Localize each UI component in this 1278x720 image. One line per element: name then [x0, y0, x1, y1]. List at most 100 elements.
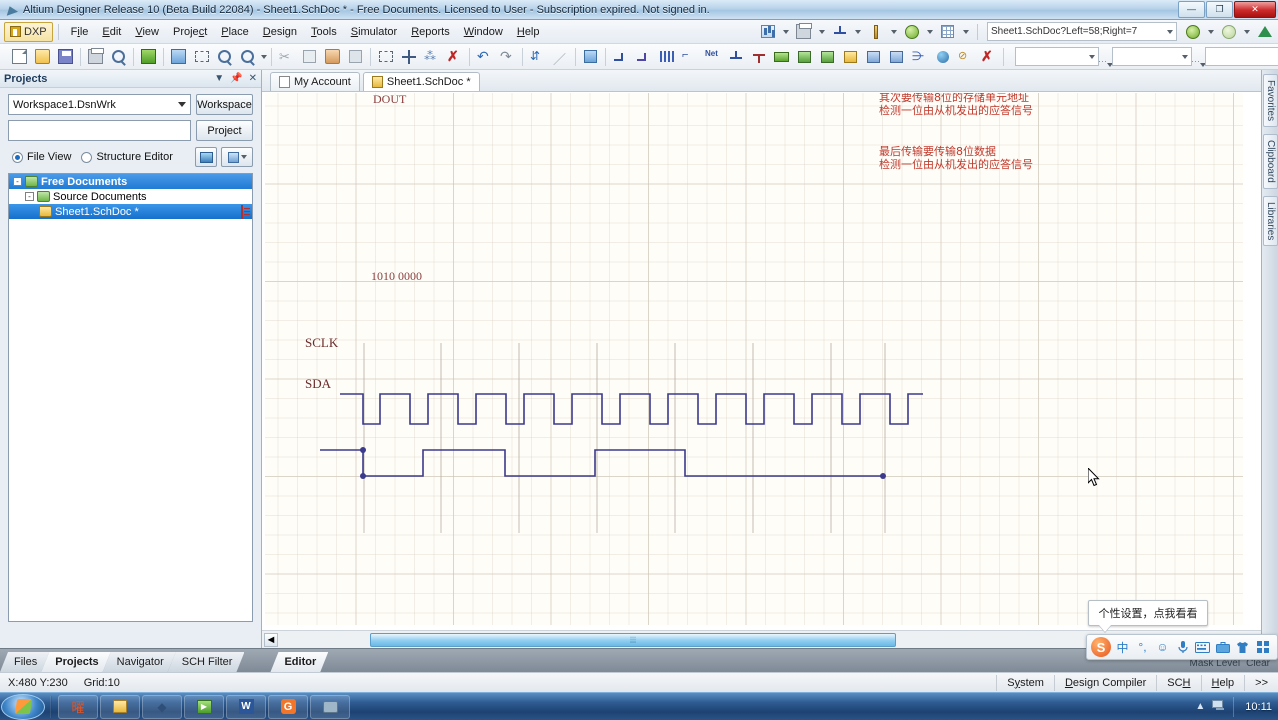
- punctuation-icon[interactable]: °,: [1134, 639, 1151, 656]
- minimize-button[interactable]: —: [1178, 1, 1205, 18]
- paste-special-icon[interactable]: [345, 46, 366, 67]
- cut-icon[interactable]: ✂: [276, 46, 297, 67]
- right-tab-libraries[interactable]: Libraries: [1263, 195, 1278, 247]
- status-link-design-compiler[interactable]: Design Compiler: [1055, 677, 1156, 689]
- forward-arrow-icon[interactable]: [1218, 21, 1239, 42]
- undo-icon[interactable]: ↶: [474, 46, 495, 67]
- grid-icon[interactable]: [937, 21, 958, 42]
- menu-reports[interactable]: Reports: [404, 23, 457, 41]
- scroll-left-arrow[interactable]: ◄: [264, 632, 278, 647]
- zoom-document-icon[interactable]: [168, 46, 189, 67]
- select-area-icon[interactable]: [375, 46, 396, 67]
- project-tree[interactable]: - Free Documents - Source Documents Shee…: [8, 173, 253, 622]
- up-arrow-icon[interactable]: [1254, 21, 1275, 42]
- place-gnd-icon[interactable]: [725, 46, 746, 67]
- place-device-sheet-icon[interactable]: [840, 46, 861, 67]
- back-arrow-icon[interactable]: [1182, 21, 1203, 42]
- apps-icon[interactable]: [1254, 639, 1271, 656]
- schematic-sheet[interactable]: DOUT 1010 0000 SCLK SDA 其次要传输8位的存储单元地址 检…: [265, 93, 1243, 625]
- taskbar-clock[interactable]: 10:11: [1241, 701, 1272, 713]
- place-wire-icon[interactable]: [610, 46, 631, 67]
- chart-icon[interactable]: [757, 21, 778, 42]
- place-harness-icon[interactable]: [863, 46, 884, 67]
- status-link-more[interactable]: >>: [1245, 677, 1278, 689]
- printer-dropdown[interactable]: [817, 21, 826, 42]
- place-signal-harness-icon[interactable]: ⋺: [909, 46, 930, 67]
- expander-icon[interactable]: -: [13, 177, 22, 186]
- place-noerc-icon[interactable]: ⊘: [955, 46, 976, 67]
- sogou-logo-icon[interactable]: S: [1091, 637, 1111, 657]
- project-input[interactable]: [8, 120, 191, 141]
- menu-design[interactable]: Design: [256, 23, 304, 41]
- menu-tools[interactable]: Tools: [304, 23, 344, 41]
- close-button[interactable]: ✕: [1234, 1, 1276, 18]
- panel-tab-editor[interactable]: Editor: [270, 652, 328, 672]
- probe-icon[interactable]: [865, 21, 886, 42]
- panel-tab-files[interactable]: Files: [0, 652, 49, 672]
- target-icon[interactable]: [901, 21, 922, 42]
- place-part-icon[interactable]: [580, 46, 601, 67]
- zoom-area-icon[interactable]: [191, 46, 212, 67]
- ground-dropdown[interactable]: [853, 21, 862, 42]
- tree-node-source-documents[interactable]: - Source Documents: [9, 189, 252, 204]
- place-bus-icon[interactable]: [633, 46, 654, 67]
- options-icon[interactable]: [221, 147, 253, 167]
- place-cross-icon[interactable]: ✗: [978, 46, 999, 67]
- expander-icon-2[interactable]: -: [25, 192, 34, 201]
- address-bar[interactable]: Sheet1.SchDoc?Left=58;Right=7: [987, 22, 1177, 41]
- place-sheet-symbol-icon[interactable]: [794, 46, 815, 67]
- filter-combo-2[interactable]: [1112, 47, 1192, 66]
- show-hidden-icons[interactable]: ▲: [1195, 701, 1205, 712]
- filter-combo-1[interactable]: [1015, 47, 1099, 66]
- radio-file-view-label[interactable]: File View: [27, 151, 71, 163]
- save-icon[interactable]: [55, 46, 76, 67]
- status-link-sch[interactable]: SCH: [1157, 677, 1200, 689]
- open-folder-icon[interactable]: [32, 46, 53, 67]
- filter-ellipsis-2[interactable]: ⋯: [1191, 46, 1203, 67]
- ground-icon[interactable]: [829, 21, 850, 42]
- probe-dropdown[interactable]: [889, 21, 898, 42]
- maximize-button[interactable]: ❐: [1206, 1, 1233, 18]
- zoom-out-icon[interactable]: [214, 46, 235, 67]
- taskbar-item-word[interactable]: W: [226, 694, 266, 719]
- menu-file[interactable]: File: [64, 23, 96, 41]
- place-sheet-entry-icon[interactable]: [817, 46, 838, 67]
- zoom-dropdown[interactable]: [259, 46, 268, 67]
- print-preview-icon[interactable]: [108, 46, 129, 67]
- taskbar-item-folder[interactable]: [100, 694, 140, 719]
- radio-structure-editor-label[interactable]: Structure Editor: [96, 151, 172, 163]
- menu-place[interactable]: Place: [214, 23, 256, 41]
- status-link-system[interactable]: System: [997, 677, 1054, 689]
- menu-window[interactable]: Window: [457, 23, 510, 41]
- taskbar-item-altium[interactable]: ◆: [142, 694, 182, 719]
- chevron-down-icon[interactable]: ▼: [214, 73, 224, 84]
- toolbox-icon[interactable]: [1214, 639, 1231, 656]
- tab-my-account[interactable]: My Account: [270, 72, 360, 91]
- dxp-menu-button[interactable]: DXP: [4, 21, 53, 42]
- smiley-icon[interactable]: ☺: [1154, 639, 1171, 656]
- tree-node-sheet1[interactable]: Sheet1.SchDoc *: [9, 204, 252, 219]
- menu-help[interactable]: Help: [510, 23, 547, 41]
- print-icon[interactable]: [85, 46, 106, 67]
- skin-icon[interactable]: [1234, 639, 1251, 656]
- filter-combo-3[interactable]: [1205, 47, 1278, 66]
- layers-icon[interactable]: [195, 147, 217, 167]
- line-icon[interactable]: ／: [550, 46, 571, 67]
- menu-project[interactable]: Project: [166, 23, 214, 41]
- radio-file-view[interactable]: [12, 151, 23, 163]
- taskbar-item-camera[interactable]: [310, 694, 350, 719]
- copy-icon[interactable]: [299, 46, 320, 67]
- move-icon[interactable]: [398, 46, 419, 67]
- tab-sheet1-schdoc[interactable]: Sheet1.SchDoc *: [362, 72, 480, 91]
- tree-node-free-documents[interactable]: - Free Documents: [9, 174, 252, 189]
- browse-library-icon[interactable]: ⇵: [527, 46, 548, 67]
- open-in-browser-icon[interactable]: [138, 46, 159, 67]
- printer-icon[interactable]: [793, 21, 814, 42]
- paste-icon[interactable]: [322, 46, 343, 67]
- pin-icon[interactable]: 📌: [230, 73, 242, 84]
- redo-icon[interactable]: ↷: [497, 46, 518, 67]
- grid-dropdown[interactable]: [961, 21, 970, 42]
- menu-view[interactable]: View: [128, 23, 166, 41]
- right-tab-clipboard[interactable]: Clipboard: [1263, 134, 1278, 189]
- taskbar-item-g[interactable]: G: [268, 694, 308, 719]
